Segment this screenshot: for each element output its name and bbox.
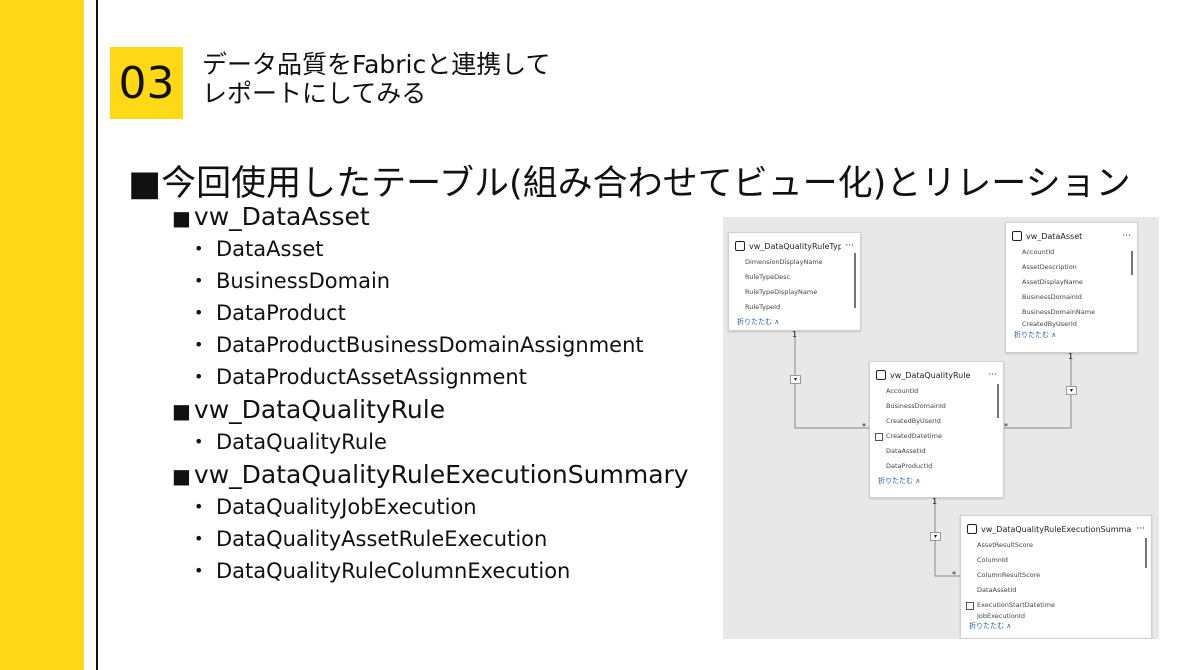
table-card-dataqualityrule[interactable]: vw_DataQualityRule ··· AccountId Business… bbox=[869, 361, 1004, 498]
field-item[interactable]: BusinessDomainId bbox=[886, 399, 1003, 414]
collapse-button[interactable]: 折りたたむ ∧ bbox=[870, 474, 1003, 486]
field-item[interactable]: RuleTypeDisplayName bbox=[745, 285, 860, 300]
list-item: DataQualityAssetRuleExecution bbox=[172, 523, 689, 555]
table-list: ■vw_DataAsset DataAsset BusinessDomain D… bbox=[172, 200, 689, 587]
list-item: DataAsset bbox=[172, 233, 689, 265]
field-item[interactable]: CreatedDatetime bbox=[875, 429, 1003, 444]
section-title-line1: データ品質をFabricと連携して bbox=[202, 50, 551, 79]
collapse-button[interactable]: 折りたたむ ∧ bbox=[729, 315, 860, 327]
scrollbar[interactable] bbox=[997, 384, 999, 418]
field-item[interactable]: AssetDisplayName bbox=[1022, 275, 1137, 290]
relation-many-label: * bbox=[1004, 422, 1008, 431]
field-item[interactable]: AccountId bbox=[1022, 245, 1137, 260]
field-item[interactable]: ColumnId bbox=[977, 553, 1151, 568]
list-item: DataQualityRule bbox=[172, 426, 689, 458]
relation-many-label: * bbox=[862, 422, 866, 431]
list-item: DataProductAssetAssignment bbox=[172, 361, 689, 393]
list-item: DataQualityRuleColumnExecution bbox=[172, 555, 689, 587]
field-item[interactable]: JobExecutionId bbox=[977, 613, 1151, 619]
page-title: ■今回使用したテーブル(組み合わせてビュー化)とリレーション bbox=[128, 164, 1131, 204]
group-title: ■ vw_DataAsset bbox=[172, 202, 370, 231]
field-item[interactable]: AssetDescription bbox=[1022, 260, 1137, 275]
list-item: BusinessDomain bbox=[172, 265, 689, 297]
calendar-icon bbox=[966, 602, 974, 610]
table-icon bbox=[735, 241, 745, 251]
field-item[interactable]: DataAssetId bbox=[977, 583, 1151, 598]
field-item[interactable]: RuleTypeDesc bbox=[745, 270, 860, 285]
filter-direction-icon: ▾ bbox=[790, 375, 801, 384]
field-item[interactable]: CreatedByUserId bbox=[1022, 320, 1137, 328]
field-item[interactable]: ColumnResultScore bbox=[977, 568, 1151, 583]
list-item: DataProduct bbox=[172, 297, 689, 329]
more-options-icon[interactable]: ··· bbox=[1136, 524, 1145, 534]
relation-many-label: * bbox=[952, 570, 956, 579]
section-title: データ品質をFabricと連携して レポートにしてみる bbox=[202, 50, 551, 108]
group-title: ■ vw_DataQualityRule bbox=[172, 395, 446, 424]
field-item[interactable]: RuleTypeId bbox=[745, 300, 860, 315]
field-item[interactable]: ExecutionStartDatetime bbox=[966, 598, 1151, 613]
accent-bar bbox=[0, 0, 84, 670]
field-item[interactable]: DataAssetId bbox=[886, 444, 1003, 459]
relation-one-label: 1 bbox=[1068, 352, 1074, 361]
table-icon bbox=[1012, 231, 1022, 241]
collapse-button[interactable]: 折りたたむ ∧ bbox=[961, 619, 1151, 631]
more-options-icon[interactable]: ··· bbox=[1122, 231, 1131, 241]
divider-line bbox=[96, 0, 98, 670]
table-icon bbox=[967, 524, 977, 534]
more-options-icon[interactable]: ··· bbox=[988, 370, 997, 380]
section-number: 03 bbox=[110, 47, 183, 119]
model-view-canvas[interactable]: 1 * 1 * 1 * ▾ ▾ ▾ vw_DataQualityRuleType… bbox=[723, 217, 1159, 639]
table-icon bbox=[876, 370, 886, 380]
field-item[interactable]: DimensionDisplayName bbox=[745, 255, 860, 270]
list-item: DataProductBusinessDomainAssignment bbox=[172, 329, 689, 361]
table-card-ruletype[interactable]: vw_DataQualityRuleType ··· DimensionDispl… bbox=[728, 232, 861, 331]
field-item[interactable]: AccountId bbox=[886, 384, 1003, 399]
table-card-executionsummary[interactable]: vw_DataQualityRuleExecutionSummary ··· As… bbox=[960, 515, 1152, 639]
field-item[interactable]: CreatedByUserId bbox=[886, 414, 1003, 429]
field-item[interactable]: BusinessDomainId bbox=[1022, 290, 1137, 305]
filter-direction-icon: ▾ bbox=[1066, 386, 1077, 395]
group-title: ■ vw_DataQualityRuleExecutionSummary bbox=[172, 460, 689, 489]
scrollbar[interactable] bbox=[1131, 251, 1133, 275]
table-card-dataasset[interactable]: vw_DataAsset ··· AccountId AssetDescripti… bbox=[1005, 222, 1138, 353]
scrollbar[interactable] bbox=[1145, 538, 1147, 568]
list-item: DataQualityJobExecution bbox=[172, 491, 689, 523]
relation-one-label: 1 bbox=[792, 330, 798, 339]
more-options-icon[interactable]: ··· bbox=[845, 241, 854, 251]
calendar-icon bbox=[875, 433, 883, 441]
field-item[interactable]: DataProductId bbox=[886, 459, 1003, 474]
field-item[interactable]: AssetResultScore bbox=[977, 538, 1151, 553]
filter-direction-icon: ▾ bbox=[930, 532, 941, 541]
section-title-line2: レポートにしてみる bbox=[202, 79, 427, 108]
field-item[interactable]: BusinessDomainName bbox=[1022, 305, 1137, 320]
scrollbar[interactable] bbox=[854, 253, 856, 308]
collapse-button[interactable]: 折りたたむ ∧ bbox=[1006, 328, 1137, 340]
relation-one-label: 1 bbox=[932, 497, 938, 506]
